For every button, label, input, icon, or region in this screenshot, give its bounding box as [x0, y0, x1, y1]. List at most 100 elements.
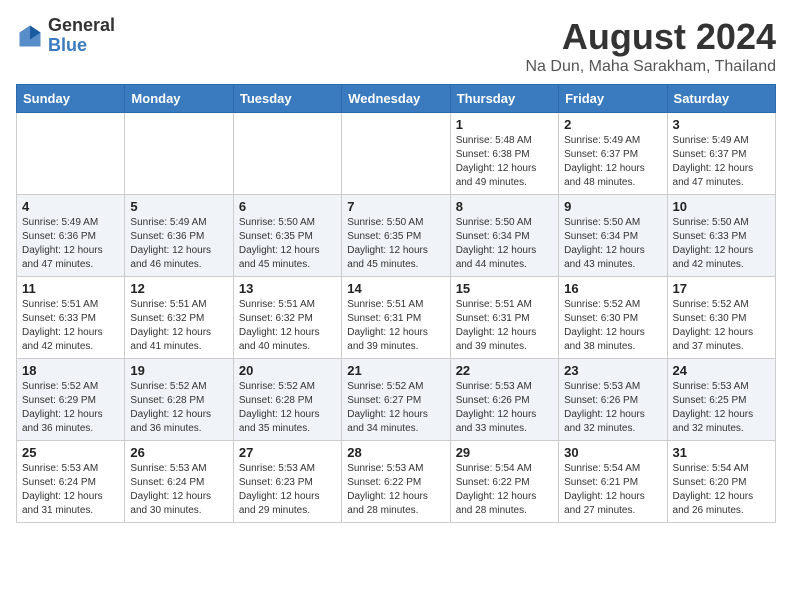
cell-sun-info: Sunrise: 5:48 AM Sunset: 6:38 PM Dayligh…	[456, 134, 553, 190]
calendar-week-row: 4Sunrise: 5:49 AM Sunset: 6:36 PM Daylig…	[17, 195, 776, 277]
cell-day-number: 16	[564, 281, 661, 296]
calendar-cell: 2 Sunrise: 5:49 AM Sunset: 6:37 PM Daylig…	[559, 113, 667, 195]
calendar-cell: 8 Sunrise: 5:50 AM Sunset: 6:34 PM Daylig…	[450, 195, 558, 277]
cell-sun-info: Sunrise: 5:53 AM Sunset: 6:24 PM Dayligh…	[130, 462, 227, 518]
cell-day-number: 18	[22, 363, 119, 378]
cell-sun-info: Sunrise: 5:50 AM Sunset: 6:33 PM Dayligh…	[673, 216, 770, 272]
cell-sun-info: Sunrise: 5:53 AM Sunset: 6:24 PM Dayligh…	[22, 462, 119, 518]
cell-sun-info: Sunrise: 5:52 AM Sunset: 6:30 PM Dayligh…	[673, 298, 770, 354]
weekday-header-cell: Monday	[125, 85, 233, 113]
calendar-cell: 22 Sunrise: 5:53 AM Sunset: 6:26 PM Dayli…	[450, 359, 558, 441]
weekday-header-cell: Saturday	[667, 85, 775, 113]
calendar-cell: 1 Sunrise: 5:48 AM Sunset: 6:38 PM Daylig…	[450, 113, 558, 195]
cell-day-number: 8	[456, 199, 553, 214]
calendar-cell: 31 Sunrise: 5:54 AM Sunset: 6:20 PM Dayli…	[667, 441, 775, 523]
cell-sun-info: Sunrise: 5:52 AM Sunset: 6:30 PM Dayligh…	[564, 298, 661, 354]
calendar-cell: 4Sunrise: 5:49 AM Sunset: 6:36 PM Daylig…	[17, 195, 125, 277]
cell-sun-info: Sunrise: 5:53 AM Sunset: 6:26 PM Dayligh…	[456, 380, 553, 436]
calendar-cell: 18Sunrise: 5:52 AM Sunset: 6:29 PM Dayli…	[17, 359, 125, 441]
calendar-cell: 28 Sunrise: 5:53 AM Sunset: 6:22 PM Dayli…	[342, 441, 450, 523]
calendar-cell: 19 Sunrise: 5:52 AM Sunset: 6:28 PM Dayli…	[125, 359, 233, 441]
cell-day-number: 15	[456, 281, 553, 296]
cell-day-number: 22	[456, 363, 553, 378]
location-title: Na Dun, Maha Sarakham, Thailand	[525, 58, 776, 76]
weekday-header-cell: Thursday	[450, 85, 558, 113]
cell-day-number: 11	[22, 281, 119, 296]
weekday-header-cell: Friday	[559, 85, 667, 113]
cell-day-number: 21	[347, 363, 444, 378]
calendar-cell: 29 Sunrise: 5:54 AM Sunset: 6:22 PM Dayli…	[450, 441, 558, 523]
cell-day-number: 26	[130, 445, 227, 460]
cell-day-number: 9	[564, 199, 661, 214]
calendar-cell: 6 Sunrise: 5:50 AM Sunset: 6:35 PM Daylig…	[233, 195, 341, 277]
page-header: General Blue August 2024 Na Dun, Maha Sa…	[16, 16, 776, 76]
cell-day-number: 10	[673, 199, 770, 214]
title-area: August 2024 Na Dun, Maha Sarakham, Thail…	[525, 16, 776, 76]
cell-day-number: 24	[673, 363, 770, 378]
logo-icon	[16, 22, 44, 50]
cell-day-number: 17	[673, 281, 770, 296]
calendar-cell: 13Sunrise: 5:51 AM Sunset: 6:32 PM Dayli…	[233, 277, 341, 359]
weekday-header-cell: Sunday	[17, 85, 125, 113]
cell-sun-info: Sunrise: 5:49 AM Sunset: 6:37 PM Dayligh…	[564, 134, 661, 190]
cell-sun-info: Sunrise: 5:54 AM Sunset: 6:20 PM Dayligh…	[673, 462, 770, 518]
cell-day-number: 13	[239, 281, 336, 296]
cell-sun-info: Sunrise: 5:50 AM Sunset: 6:34 PM Dayligh…	[456, 216, 553, 272]
cell-day-number: 7	[347, 199, 444, 214]
cell-day-number: 6	[239, 199, 336, 214]
cell-day-number: 23	[564, 363, 661, 378]
cell-sun-info: Sunrise: 5:52 AM Sunset: 6:27 PM Dayligh…	[347, 380, 444, 436]
cell-sun-info: Sunrise: 5:50 AM Sunset: 6:34 PM Dayligh…	[564, 216, 661, 272]
cell-day-number: 25	[22, 445, 119, 460]
calendar-week-row: 25 Sunrise: 5:53 AM Sunset: 6:24 PM Dayli…	[17, 441, 776, 523]
cell-sun-info: Sunrise: 5:51 AM Sunset: 6:32 PM Dayligh…	[130, 298, 227, 354]
calendar-week-row: 18Sunrise: 5:52 AM Sunset: 6:29 PM Dayli…	[17, 359, 776, 441]
weekday-header-row: SundayMondayTuesdayWednesdayThursdayFrid…	[17, 85, 776, 113]
cell-day-number: 29	[456, 445, 553, 460]
cell-sun-info: Sunrise: 5:49 AM Sunset: 6:36 PM Dayligh…	[130, 216, 227, 272]
cell-sun-info: Sunrise: 5:54 AM Sunset: 6:21 PM Dayligh…	[564, 462, 661, 518]
calendar-cell: 17 Sunrise: 5:52 AM Sunset: 6:30 PM Dayli…	[667, 277, 775, 359]
cell-day-number: 31	[673, 445, 770, 460]
cell-day-number: 2	[564, 117, 661, 132]
cell-sun-info: Sunrise: 5:50 AM Sunset: 6:35 PM Dayligh…	[347, 216, 444, 272]
calendar-cell: 5 Sunrise: 5:49 AM Sunset: 6:36 PM Daylig…	[125, 195, 233, 277]
cell-day-number: 19	[130, 363, 227, 378]
cell-sun-info: Sunrise: 5:52 AM Sunset: 6:28 PM Dayligh…	[130, 380, 227, 436]
calendar-cell: 25 Sunrise: 5:53 AM Sunset: 6:24 PM Dayli…	[17, 441, 125, 523]
cell-sun-info: Sunrise: 5:51 AM Sunset: 6:31 PM Dayligh…	[347, 298, 444, 354]
cell-sun-info: Sunrise: 5:50 AM Sunset: 6:35 PM Dayligh…	[239, 216, 336, 272]
cell-sun-info: Sunrise: 5:51 AM Sunset: 6:31 PM Dayligh…	[456, 298, 553, 354]
calendar-cell: 15 Sunrise: 5:51 AM Sunset: 6:31 PM Dayli…	[450, 277, 558, 359]
calendar-cell: 26 Sunrise: 5:53 AM Sunset: 6:24 PM Dayli…	[125, 441, 233, 523]
calendar-cell	[125, 113, 233, 195]
calendar-cell: 3Sunrise: 5:49 AM Sunset: 6:37 PM Daylig…	[667, 113, 775, 195]
weekday-header-cell: Tuesday	[233, 85, 341, 113]
logo-blue-text: Blue	[48, 36, 115, 56]
calendar-cell: 16 Sunrise: 5:52 AM Sunset: 6:30 PM Dayli…	[559, 277, 667, 359]
cell-day-number: 30	[564, 445, 661, 460]
cell-sun-info: Sunrise: 5:53 AM Sunset: 6:23 PM Dayligh…	[239, 462, 336, 518]
cell-day-number: 1	[456, 117, 553, 132]
calendar-cell: 30 Sunrise: 5:54 AM Sunset: 6:21 PM Dayli…	[559, 441, 667, 523]
weekday-header-cell: Wednesday	[342, 85, 450, 113]
calendar-cell	[342, 113, 450, 195]
cell-day-number: 5	[130, 199, 227, 214]
calendar-cell: 14 Sunrise: 5:51 AM Sunset: 6:31 PM Dayli…	[342, 277, 450, 359]
calendar-cell	[233, 113, 341, 195]
cell-day-number: 12	[130, 281, 227, 296]
cell-day-number: 28	[347, 445, 444, 460]
cell-day-number: 14	[347, 281, 444, 296]
cell-day-number: 20	[239, 363, 336, 378]
cell-sun-info: Sunrise: 5:53 AM Sunset: 6:25 PM Dayligh…	[673, 380, 770, 436]
cell-sun-info: Sunrise: 5:54 AM Sunset: 6:22 PM Dayligh…	[456, 462, 553, 518]
calendar-cell: 24 Sunrise: 5:53 AM Sunset: 6:25 PM Dayli…	[667, 359, 775, 441]
calendar-cell: 11Sunrise: 5:51 AM Sunset: 6:33 PM Dayli…	[17, 277, 125, 359]
cell-sun-info: Sunrise: 5:53 AM Sunset: 6:22 PM Dayligh…	[347, 462, 444, 518]
calendar-week-row: 1 Sunrise: 5:48 AM Sunset: 6:38 PM Daylig…	[17, 113, 776, 195]
calendar-cell: 12 Sunrise: 5:51 AM Sunset: 6:32 PM Dayli…	[125, 277, 233, 359]
calendar-body: 1 Sunrise: 5:48 AM Sunset: 6:38 PM Daylig…	[17, 113, 776, 523]
cell-sun-info: Sunrise: 5:49 AM Sunset: 6:37 PM Dayligh…	[673, 134, 770, 190]
calendar-cell: 27Sunrise: 5:53 AM Sunset: 6:23 PM Dayli…	[233, 441, 341, 523]
calendar-cell: 10 Sunrise: 5:50 AM Sunset: 6:33 PM Dayli…	[667, 195, 775, 277]
